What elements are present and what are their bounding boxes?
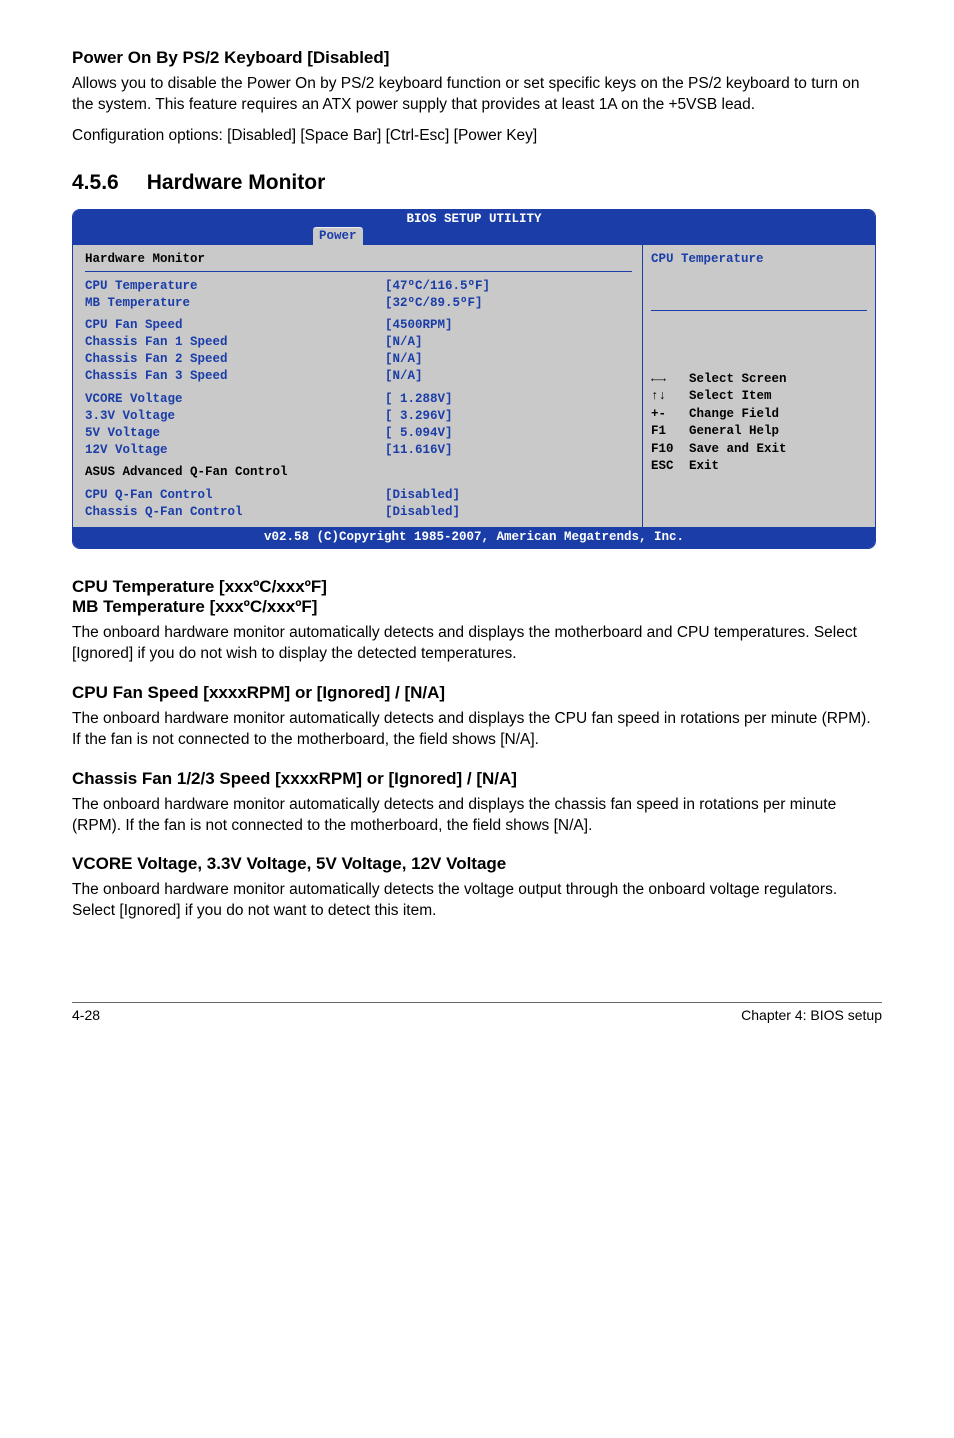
label: CPU Q-Fan Control xyxy=(85,487,385,504)
help-text: General Help xyxy=(689,423,779,441)
help-text: Select Item xyxy=(689,388,772,406)
para-voltage-desc: The onboard hardware monitor automatical… xyxy=(72,880,882,922)
heading-power-on-ps2: Power On By PS/2 Keyboard [Disabled] xyxy=(72,48,882,68)
label: Chassis Fan 2 Speed xyxy=(85,351,385,368)
bios-tab-power[interactable]: Power xyxy=(313,227,363,245)
page-number: 4-28 xyxy=(72,1007,100,1023)
heading-mb-temp: MB Temperature [xxxºC/xxxºF] xyxy=(72,597,882,617)
label: VCORE Voltage xyxy=(85,391,385,408)
value: [32ºC/89.5ºF] xyxy=(385,295,483,312)
section-number: 4.5.6 xyxy=(72,171,119,195)
row-12v[interactable]: 12V Voltage[11.616V] xyxy=(85,442,632,459)
heading-cpu-fan: CPU Fan Speed [xxxxRPM] or [Ignored] / [… xyxy=(72,683,882,703)
f10-key-icon: F10 xyxy=(651,441,689,459)
arrows-lr-icon: ←→ xyxy=(651,371,689,389)
para-power-on-opts: Configuration options: [Disabled] [Space… xyxy=(72,126,882,147)
para-chassis-fan-desc: The onboard hardware monitor automatical… xyxy=(72,795,882,837)
label: CPU Temperature xyxy=(85,278,385,295)
row-asus-qfan[interactable]: ASUS Advanced Q-Fan Control xyxy=(85,464,632,481)
value: [ 1.288V] xyxy=(385,391,453,408)
row-chassis-qfan[interactable]: Chassis Q-Fan Control[Disabled] xyxy=(85,504,632,521)
value: [N/A] xyxy=(385,334,423,351)
bios-panel: BIOS SETUP UTILITY Power Hardware Monito… xyxy=(72,209,876,549)
row-vcore[interactable]: VCORE Voltage[ 1.288V] xyxy=(85,391,632,408)
label: Chassis Q-Fan Control xyxy=(85,504,385,521)
heading-cpu-temp: CPU Temperature [xxxºC/xxxºF] xyxy=(72,577,882,597)
bios-panel-heading: Hardware Monitor xyxy=(85,251,632,268)
bios-title: BIOS SETUP UTILITY xyxy=(73,210,875,227)
row-cpu-fan[interactable]: CPU Fan Speed[4500RPM] xyxy=(85,317,632,334)
value: [ 5.094V] xyxy=(385,425,453,442)
value: [Disabled] xyxy=(385,504,460,521)
heading-chassis-fan: Chassis Fan 1/2/3 Speed [xxxxRPM] or [Ig… xyxy=(72,769,882,789)
label: CPU Fan Speed xyxy=(85,317,385,334)
value: [47ºC/116.5ºF] xyxy=(385,278,490,295)
help-text: Save and Exit xyxy=(689,441,787,459)
label: Chassis Fan 1 Speed xyxy=(85,334,385,351)
bios-copyright: v02.58 (C)Copyright 1985-2007, American … xyxy=(73,527,875,548)
row-chassis-fan-2[interactable]: Chassis Fan 2 Speed[N/A] xyxy=(85,351,632,368)
row-5v[interactable]: 5V Voltage[ 5.094V] xyxy=(85,425,632,442)
label: 12V Voltage xyxy=(85,442,385,459)
row-mb-temp[interactable]: MB Temperature[32ºC/89.5ºF] xyxy=(85,295,632,312)
heading-voltage: VCORE Voltage, 3.3V Voltage, 5V Voltage,… xyxy=(72,854,882,874)
arrows-ud-icon: ↑↓ xyxy=(651,388,689,406)
label: ASUS Advanced Q-Fan Control xyxy=(85,464,385,481)
value: [ 3.296V] xyxy=(385,408,453,425)
plus-minus-icon: +- xyxy=(651,406,689,424)
value: [N/A] xyxy=(385,351,423,368)
label: 3.3V Voltage xyxy=(85,408,385,425)
value: [N/A] xyxy=(385,368,423,385)
label: MB Temperature xyxy=(85,295,385,312)
value: [11.616V] xyxy=(385,442,453,459)
help-text: Exit xyxy=(689,458,719,476)
esc-key-icon: ESC xyxy=(651,458,689,476)
help-text: Change Field xyxy=(689,406,779,424)
f1-key-icon: F1 xyxy=(651,423,689,441)
chapter-label: Chapter 4: BIOS setup xyxy=(741,1007,882,1023)
section-title: Hardware Monitor xyxy=(147,171,326,195)
row-cpu-qfan[interactable]: CPU Q-Fan Control[Disabled] xyxy=(85,487,632,504)
para-cpu-fan-desc: The onboard hardware monitor automatical… xyxy=(72,709,882,751)
para-power-on-desc: Allows you to disable the Power On by PS… xyxy=(72,74,882,116)
row-chassis-fan-3[interactable]: Chassis Fan 3 Speed[N/A] xyxy=(85,368,632,385)
row-cpu-temp[interactable]: CPU Temperature[47ºC/116.5ºF] xyxy=(85,278,632,295)
help-text: Select Screen xyxy=(689,371,787,389)
row-chassis-fan-1[interactable]: Chassis Fan 1 Speed[N/A] xyxy=(85,334,632,351)
label: 5V Voltage xyxy=(85,425,385,442)
value: [Disabled] xyxy=(385,487,460,504)
label: Chassis Fan 3 Speed xyxy=(85,368,385,385)
para-temp-desc: The onboard hardware monitor automatical… xyxy=(72,623,882,665)
value: [4500RPM] xyxy=(385,317,453,334)
bios-help-title: CPU Temperature xyxy=(651,251,867,268)
row-3v3[interactable]: 3.3V Voltage[ 3.296V] xyxy=(85,408,632,425)
